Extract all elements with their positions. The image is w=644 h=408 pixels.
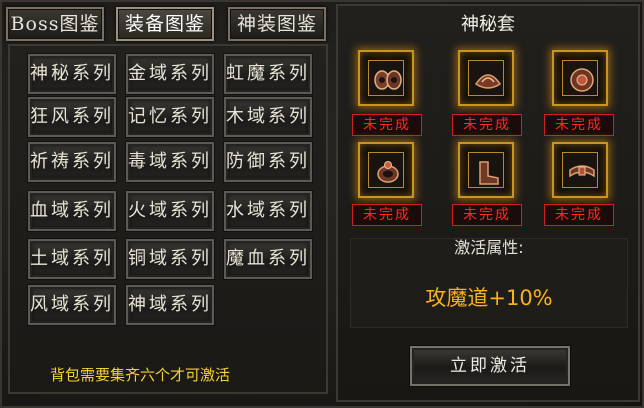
series-button-duyu[interactable]: 毒域系列	[125, 141, 215, 183]
item-slot-helmet[interactable]	[458, 50, 514, 106]
series-button-shenmi[interactable]: 神秘系列	[27, 53, 117, 95]
series-button-fangyu[interactable]: 防御系列	[223, 141, 313, 183]
series-button-huoyu[interactable]: 火域系列	[125, 190, 215, 232]
tab-divine-equipment-codex[interactable]: 神装图鉴	[228, 7, 326, 41]
series-button-shenyu[interactable]: 神域系列	[125, 284, 215, 326]
item-status-bracelet: 未完成	[352, 114, 422, 136]
item-status-helmet: 未完成	[452, 114, 522, 136]
item-slot-necklace[interactable]	[552, 50, 608, 106]
tab-equipment-codex[interactable]: 装备图鉴	[116, 7, 214, 41]
series-button-moxue[interactable]: 魔血系列	[223, 238, 313, 280]
activation-hint: 背包需要集齐六个才可激活	[50, 366, 231, 384]
ring-icon	[377, 161, 399, 183]
series-button-fengyu[interactable]: 风域系列	[27, 284, 117, 326]
helmet-icon	[474, 74, 502, 89]
series-button-tuyu[interactable]: 土域系列	[27, 238, 117, 280]
attribute-header: 激活属性:	[454, 238, 524, 257]
series-button-tongyu[interactable]: 铜域系列	[125, 238, 215, 280]
attribute-value: 攻魔道+10%	[425, 286, 553, 310]
bracelet-icon	[374, 70, 402, 90]
item-slot-bracelet[interactable]	[358, 50, 414, 106]
item-slot-belt[interactable]	[552, 142, 608, 198]
boots-icon	[479, 161, 499, 185]
item-slot-boots[interactable]	[458, 142, 514, 198]
item-status-necklace: 未完成	[544, 114, 614, 136]
set-title: 神秘套	[461, 14, 515, 35]
item-status-belt: 未完成	[544, 204, 614, 226]
series-button-shuiyu[interactable]: 水域系列	[223, 190, 313, 232]
series-button-qidao[interactable]: 祈祷系列	[27, 141, 117, 183]
series-button-jiyi[interactable]: 记忆系列	[125, 96, 215, 138]
series-button-kuangfeng[interactable]: 狂风系列	[27, 96, 117, 138]
activate-button[interactable]: 立即激活	[409, 345, 571, 387]
item-slot-ring[interactable]	[358, 142, 414, 198]
tab-boss-codex[interactable]: Boss图鉴	[6, 7, 104, 41]
series-button-hongmo[interactable]: 虹魔系列	[223, 53, 313, 95]
series-button-muyu[interactable]: 木域系列	[223, 96, 313, 138]
necklace-icon	[570, 68, 594, 92]
series-button-jinyu[interactable]: 金域系列	[125, 53, 215, 95]
item-status-ring: 未完成	[352, 204, 422, 226]
item-status-boots: 未完成	[452, 204, 522, 226]
belt-icon	[569, 165, 595, 178]
series-button-xueyu[interactable]: 血域系列	[27, 190, 117, 232]
